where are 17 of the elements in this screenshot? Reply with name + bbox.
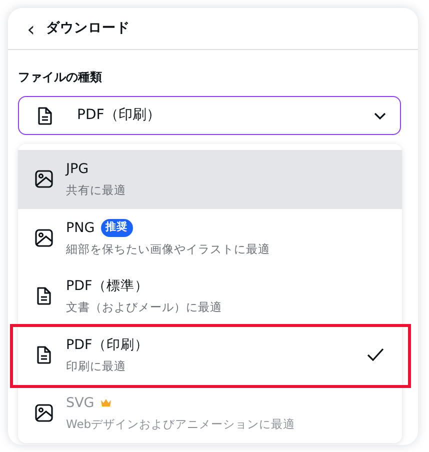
image-icon (35, 228, 53, 247)
field-label: ファイルの種類 (18, 69, 103, 86)
file-type-option[interactable]: PDF（標準） 文書（およびメール）に最適 (18, 267, 402, 326)
document-icon (36, 106, 54, 124)
file-type-dropdown[interactable]: PDF（印刷） (18, 96, 401, 135)
image-icon (35, 404, 53, 422)
back-button[interactable]: ‹ (24, 18, 38, 38)
file-type-option[interactable]: JPG 共有に最適 (18, 150, 402, 208)
chevron-down-icon (374, 112, 386, 120)
document-icon (35, 287, 53, 306)
document-icon (35, 346, 53, 364)
recommended-badge: 推奨 (100, 218, 133, 236)
file-type-option[interactable]: PDF（印刷） 印刷に最適 (18, 326, 402, 384)
file-type-option[interactable]: PNG 推奨 細部を保ちたい画像やイラストに最適 (18, 208, 402, 267)
image-icon (35, 170, 53, 188)
panel-title: ダウンロード (46, 19, 130, 38)
crown-icon (100, 398, 112, 408)
